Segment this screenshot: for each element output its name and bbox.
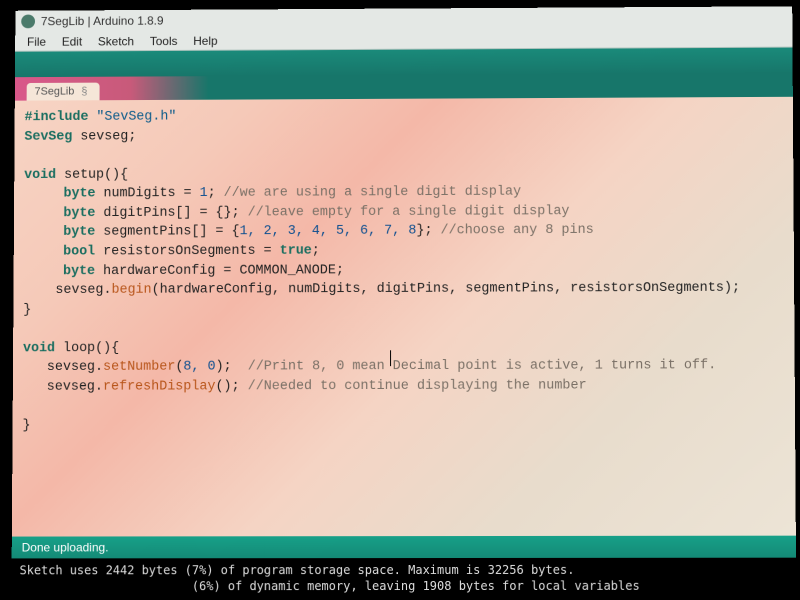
menu-sketch[interactable]: Sketch [92,32,140,50]
menu-edit[interactable]: Edit [56,32,88,50]
arduino-app-icon [21,15,35,29]
menu-file[interactable]: File [21,33,52,51]
console-line: Sketch uses 2442 bytes (7%) of program s… [19,563,574,577]
menu-tools[interactable]: Tools [144,32,184,50]
statusbar: Done uploading. [12,536,796,559]
status-text: Done uploading. [22,540,109,554]
arduino-ide-window: 7SegLib | Arduino 1.8.9 File Edit Sketch… [11,6,796,600]
menu-help[interactable]: Help [187,32,223,50]
window-title: 7SegLib | Arduino 1.8.9 [41,14,164,28]
code-editor[interactable]: #include "SevSeg.h" SevSeg sevseg; void … [12,97,796,537]
text-cursor [390,350,391,366]
tab-sketch[interactable]: 7SegLib [27,83,100,101]
output-console[interactable]: Sketch uses 2442 bytes (7%) of program s… [11,558,796,600]
console-line: (6%) of dynamic memory, leaving 1908 byt… [19,579,639,593]
toolbar [15,48,793,78]
tab-label: 7SegLib [35,86,75,98]
